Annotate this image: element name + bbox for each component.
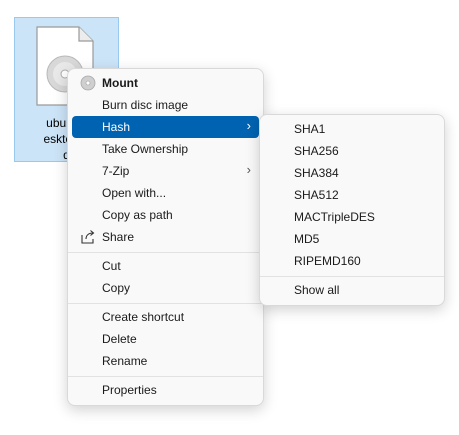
share-icon <box>81 230 95 244</box>
menu-item-label: Burn disc image <box>102 98 189 112</box>
menu-item-label: 7-Zip <box>102 164 130 178</box>
chevron-right-icon: › <box>246 162 251 177</box>
menu-item-rename[interactable]: Rename <box>72 350 259 372</box>
submenu-item-sha384[interactable]: SHA384 <box>264 162 440 184</box>
menu-item-delete[interactable]: Delete <box>72 328 259 350</box>
menu-item-mount[interactable]: Mount <box>72 72 259 94</box>
menu-separator <box>68 376 263 377</box>
submenu-separator <box>260 276 444 277</box>
submenu-item-show-all[interactable]: Show all <box>264 279 440 301</box>
submenu-item-mactripledes[interactable]: MACTripleDES <box>264 206 440 228</box>
disc-icon <box>80 75 96 91</box>
menu-item-create-shortcut[interactable]: Create shortcut <box>72 306 259 328</box>
context-menu: Mount Burn disc image Hash › Take Owners… <box>67 68 264 406</box>
menu-item-properties[interactable]: Properties <box>72 379 259 401</box>
menu-item-copy[interactable]: Copy <box>72 277 259 299</box>
menu-item-label: Rename <box>102 354 148 368</box>
submenu-item-label: SHA256 <box>294 144 339 158</box>
submenu-item-label: SHA512 <box>294 188 339 202</box>
submenu-item-label: SHA1 <box>294 122 326 136</box>
menu-item-label: Properties <box>102 383 157 397</box>
chevron-right-icon: › <box>246 118 251 133</box>
menu-item-label: Hash <box>102 120 131 134</box>
menu-item-label: Open with... <box>102 186 167 200</box>
submenu-item-md5[interactable]: MD5 <box>264 228 440 250</box>
submenu-item-label: Show all <box>294 283 340 297</box>
menu-item-copy-as-path[interactable]: Copy as path <box>72 204 259 226</box>
menu-item-label: Take Ownership <box>102 142 189 156</box>
menu-item-label: Copy <box>102 281 131 295</box>
menu-item-label: Copy as path <box>102 208 173 222</box>
menu-item-cut[interactable]: Cut <box>72 255 259 277</box>
submenu-item-label: MD5 <box>294 232 320 246</box>
submenu-item-label: MACTripleDES <box>294 210 375 224</box>
menu-item-label: Mount <box>102 76 138 90</box>
menu-item-hash[interactable]: Hash › <box>72 116 259 138</box>
hash-submenu: SHA1 SHA256 SHA384 SHA512 MACTripleDES M… <box>259 114 445 306</box>
menu-item-label: Share <box>102 230 135 244</box>
submenu-item-label: RIPEMD160 <box>294 254 361 268</box>
submenu-item-sha512[interactable]: SHA512 <box>264 184 440 206</box>
menu-separator <box>68 303 263 304</box>
menu-item-7zip[interactable]: 7-Zip › <box>72 160 259 182</box>
menu-item-label: Create shortcut <box>102 310 185 324</box>
submenu-item-sha256[interactable]: SHA256 <box>264 140 440 162</box>
menu-item-label: Cut <box>102 259 121 273</box>
menu-item-burn-disc-image[interactable]: Burn disc image <box>72 94 259 116</box>
menu-item-label: Delete <box>102 332 137 346</box>
menu-item-take-ownership[interactable]: Take Ownership <box>72 138 259 160</box>
submenu-item-ripemd160[interactable]: RIPEMD160 <box>264 250 440 272</box>
submenu-item-sha1[interactable]: SHA1 <box>264 118 440 140</box>
menu-item-share[interactable]: Share <box>72 226 259 248</box>
menu-separator <box>68 252 263 253</box>
menu-item-open-with[interactable]: Open with... <box>72 182 259 204</box>
submenu-item-label: SHA384 <box>294 166 339 180</box>
